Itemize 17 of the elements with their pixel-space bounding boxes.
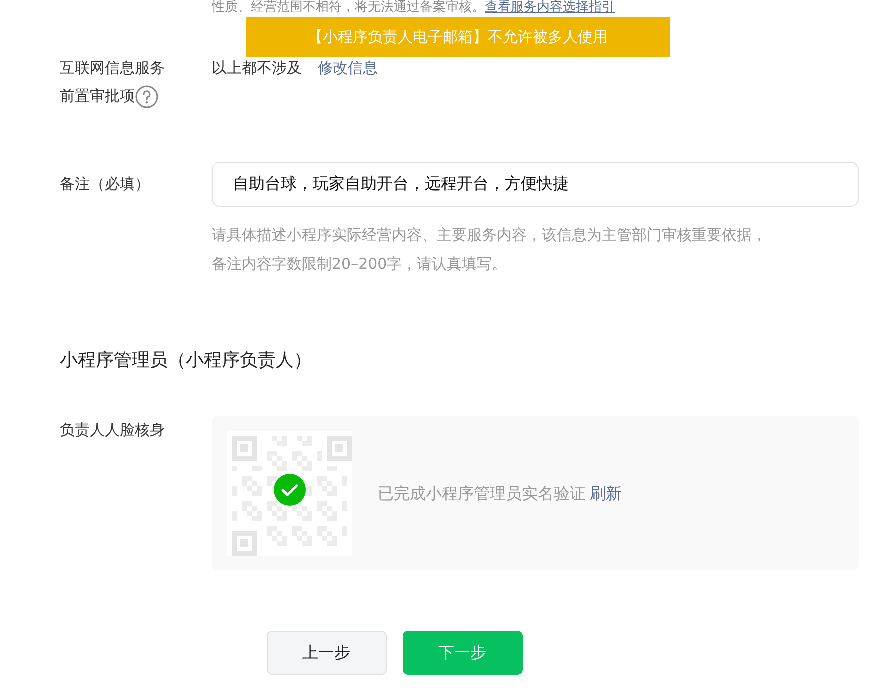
- back-button[interactable]: 上一步: [266, 631, 386, 675]
- field-label: 前置审批项: [60, 87, 135, 105]
- field-label: 互联网信息服务: [60, 59, 165, 77]
- hint-text: 备注内容字数限制20–200字，请认真填写。: [212, 255, 508, 273]
- field-label: 备注（必填）: [60, 175, 150, 193]
- remark-input[interactable]: 自助台球，玩家自助开台，远程开台，方便快捷: [212, 162, 859, 207]
- field-label: 负责人人脸核身: [60, 421, 165, 439]
- edit-info-link[interactable]: 修改信息: [318, 59, 378, 77]
- field-value: 以上都不涉及: [212, 59, 302, 77]
- refresh-link[interactable]: 刷新: [590, 484, 622, 502]
- guide-link[interactable]: 查看服务内容选择指引: [485, 0, 615, 15]
- toast-message: 【小程序负责人电子邮箱】不允许被多人使用: [246, 17, 670, 57]
- section-title: 小程序管理员（小程序负责人）: [60, 350, 312, 371]
- hint-text: 请具体描述小程序实际经营内容、主要服务内容，该信息为主管部门审核重要依据，: [212, 226, 767, 244]
- hint-text: 性质、经营范围不相符，将无法通过备案审核。: [212, 0, 485, 15]
- status-text: 已完成小程序管理员实名验证: [378, 484, 586, 502]
- help-icon[interactable]: [135, 84, 159, 109]
